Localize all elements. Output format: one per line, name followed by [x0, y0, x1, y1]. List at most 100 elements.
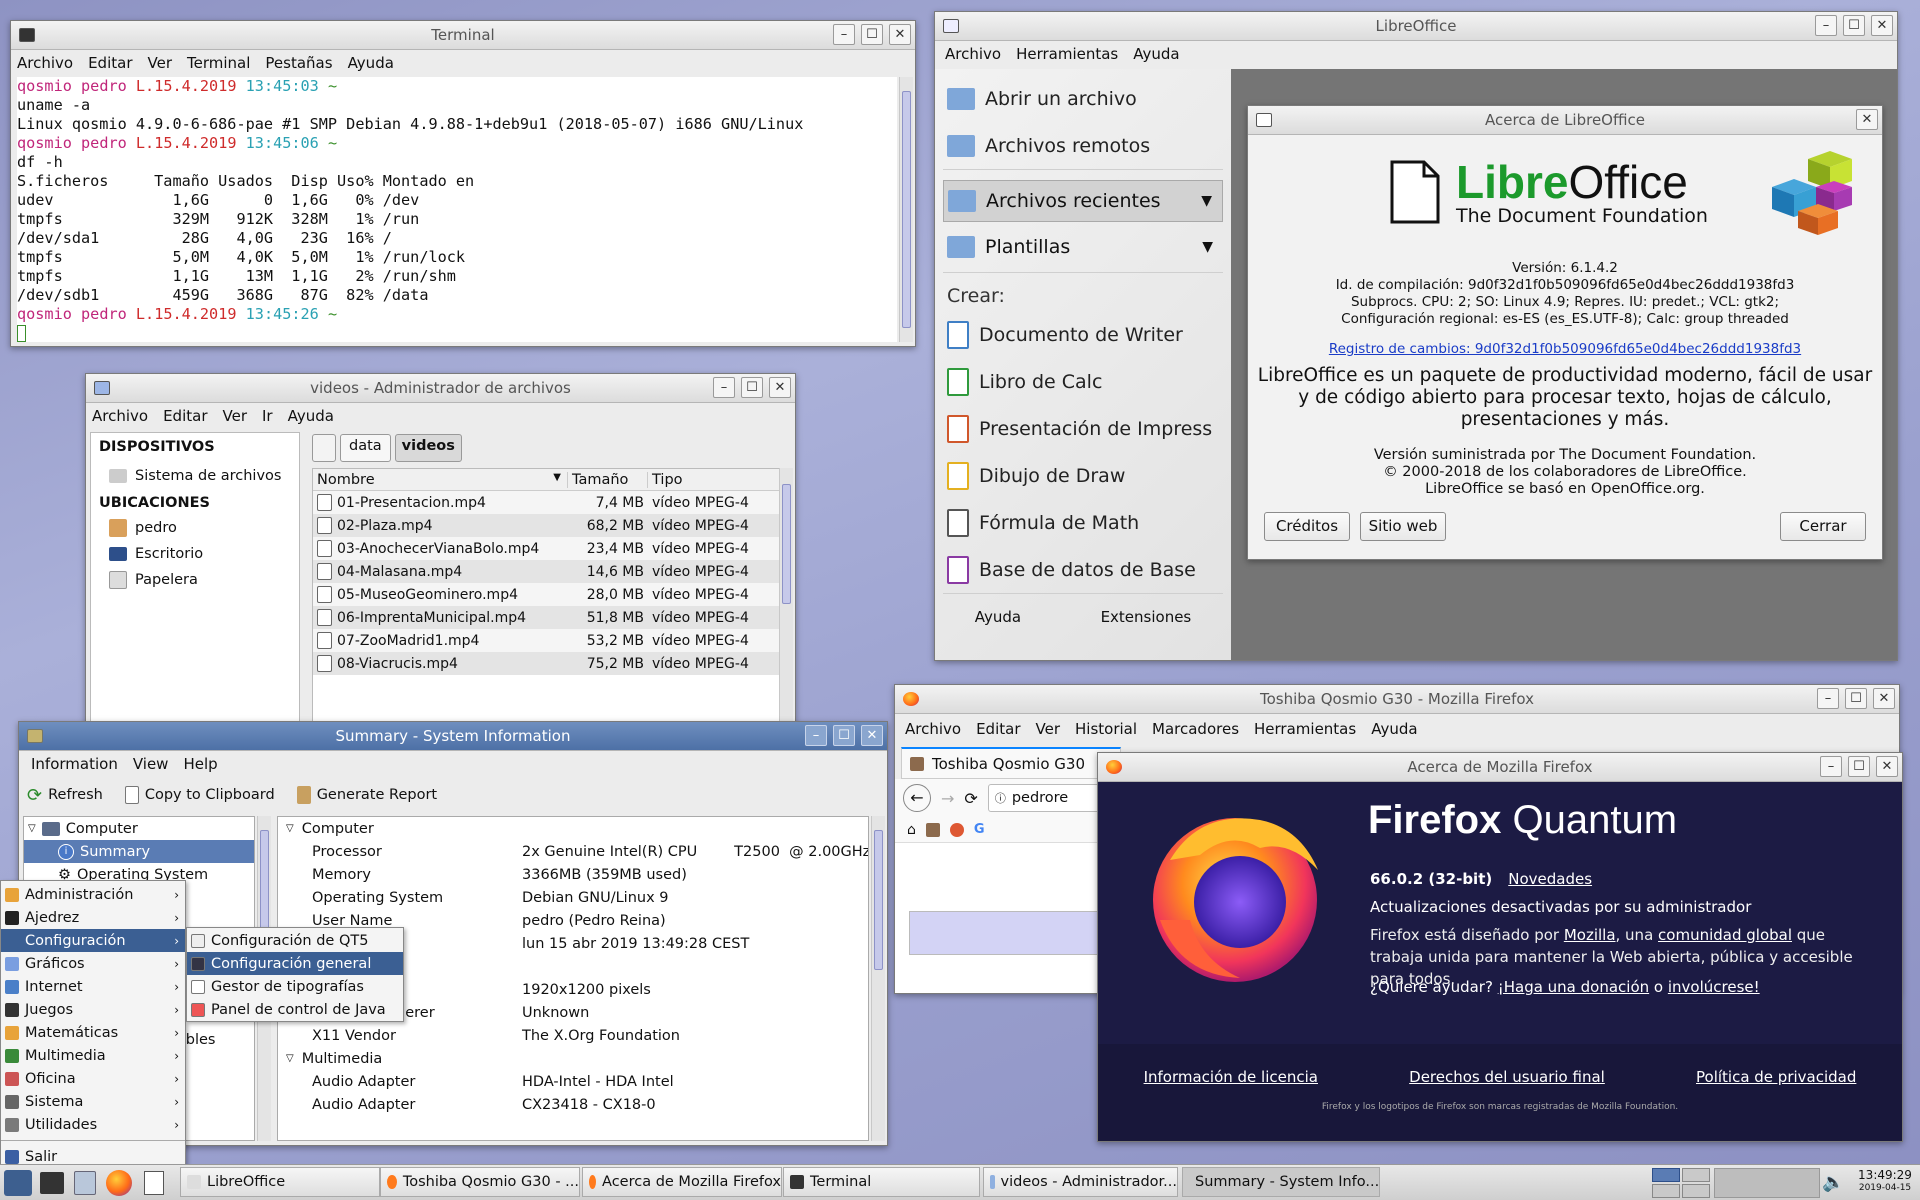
- taskbar-button[interactable]: Toshiba Qosmio G30 - ...: [380, 1167, 580, 1197]
- menu-item[interactable]: Matemáticas ›: [1, 1021, 185, 1044]
- menu-item[interactable]: Oficina ›: [1, 1067, 185, 1090]
- maximize-button[interactable]: ☐: [861, 24, 883, 45]
- clock[interactable]: 13:49:29 2019-04-15: [1854, 1169, 1916, 1195]
- menu-item[interactable]: Ayuda: [1371, 720, 1417, 738]
- menu-item[interactable]: Help: [183, 755, 217, 773]
- launcher-document-icon[interactable]: [144, 1171, 164, 1195]
- menu-item[interactable]: Herramientas: [1254, 720, 1356, 738]
- menu-item[interactable]: Archivo: [905, 720, 961, 738]
- file-row[interactable]: 04-Malasana.mp4 14,6 MB vídeo MPEG-4: [313, 560, 779, 583]
- bookmark-duckduckgo-icon[interactable]: [949, 822, 964, 837]
- bookmark-google-icon[interactable]: G: [974, 822, 985, 837]
- maximize-button[interactable]: ☐: [833, 725, 855, 746]
- donate-link[interactable]: ¡Haga una donación: [1498, 978, 1649, 996]
- mozilla-link[interactable]: Mozilla: [1564, 926, 1616, 944]
- path-button-data[interactable]: data: [340, 434, 391, 462]
- close-button[interactable]: ✕: [1871, 15, 1893, 36]
- menu-item[interactable]: Ver: [223, 407, 248, 425]
- launcher-start-icon[interactable]: [4, 1170, 32, 1196]
- menu-item[interactable]: Archivo: [92, 407, 148, 425]
- menu-item[interactable]: Information: [31, 755, 118, 773]
- minimize-button[interactable]: –: [833, 24, 855, 45]
- menu-item[interactable]: Ayuda: [288, 407, 334, 425]
- ff-about-titlebar[interactable]: Acerca de Mozilla Firefox – ☐ ✕: [1098, 753, 1902, 782]
- close-button[interactable]: ✕: [861, 725, 883, 746]
- terminal-output[interactable]: qosmio pedro L.15.4.2019 13:45:03 ~ uname…: [17, 77, 897, 342]
- menu-item[interactable]: Historial: [1075, 720, 1137, 738]
- path-button-videos[interactable]: videos: [394, 434, 462, 462]
- privacy-link[interactable]: Política de privacidad: [1696, 1068, 1856, 1086]
- maximize-button[interactable]: ☐: [741, 377, 763, 398]
- menu-item[interactable]: Configuración ›: [1, 929, 185, 952]
- menu-item[interactable]: Multimedia ›: [1, 1044, 185, 1067]
- create-draw-button[interactable]: Dibujo de Draw: [935, 452, 1231, 499]
- tree-item-computer[interactable]: ▽ Computer: [24, 817, 254, 840]
- sidebar-item-trash[interactable]: Papelera: [99, 567, 291, 593]
- bookmark-avatar-icon[interactable]: [925, 822, 940, 837]
- detail-row[interactable]: Audio Adapter CX23418 - CX18-0: [278, 1093, 868, 1116]
- file-row[interactable]: 08-Viacrucis.mp4 75,2 MB vídeo MPEG-4: [313, 652, 779, 675]
- menu-item[interactable]: Ayuda: [348, 54, 394, 72]
- file-row[interactable]: 02-Plaza.mp4 68,2 MB vídeo MPEG-4: [313, 514, 779, 537]
- fm-file-list[interactable]: Nombre ▼ Tamaño Tipo 01-Presentacion.mp4 7…: [312, 468, 780, 732]
- file-row[interactable]: 01-Presentacion.mp4 7,4 MB vídeo MPEG-4: [313, 491, 779, 514]
- minimize-button[interactable]: –: [805, 725, 827, 746]
- rights-link[interactable]: Derechos del usuario final: [1409, 1068, 1605, 1086]
- detail-section[interactable]: ▽ Multimedia: [278, 1047, 868, 1070]
- detail-row[interactable]: Operating System Debian GNU/Linux 9: [278, 886, 868, 909]
- menu-item[interactable]: Herramientas: [1016, 45, 1118, 63]
- close-button[interactable]: ✕: [769, 377, 791, 398]
- copy-clipboard-button[interactable]: Copy to Clipboard: [124, 786, 275, 804]
- close-button[interactable]: ✕: [1873, 688, 1895, 709]
- minimize-button[interactable]: –: [1820, 756, 1842, 777]
- close-button[interactable]: ✕: [1856, 109, 1878, 130]
- create-math-button[interactable]: Fórmula de Math: [935, 499, 1231, 546]
- start-menu[interactable]: Administración › Ajedrez › Configuración › Grá…: [0, 880, 186, 1167]
- si-titlebar[interactable]: Summary - System Information – ☐ ✕: [19, 722, 887, 751]
- lo-titlebar[interactable]: LibreOffice – ☐ ✕: [935, 12, 1897, 41]
- close-button[interactable]: ✕: [1876, 756, 1898, 777]
- workspace-pager[interactable]: [1652, 1168, 1710, 1198]
- credits-button[interactable]: Créditos: [1264, 512, 1350, 541]
- url-bar[interactable]: ⓘ pedrore: [987, 784, 1115, 812]
- config-submenu[interactable]: Configuración de QT5 Configuración genera…: [186, 927, 404, 1022]
- generate-report-button[interactable]: Generate Report: [296, 786, 437, 804]
- menu-item[interactable]: Archivo: [17, 54, 73, 72]
- menu-item[interactable]: Pestañas: [265, 54, 332, 72]
- detail-row[interactable]: Memory 3366MB (359MB used): [278, 863, 868, 886]
- maximize-button[interactable]: ☐: [1843, 15, 1865, 36]
- maximize-button[interactable]: ☐: [1848, 756, 1870, 777]
- taskbar-button[interactable]: Summary - System Info...: [1182, 1167, 1380, 1197]
- col-name[interactable]: Nombre ▼: [313, 471, 568, 488]
- terminal-titlebar[interactable]: Terminal – ☐ ✕: [11, 21, 915, 50]
- help-button[interactable]: Ayuda: [975, 608, 1021, 626]
- terminal-scrollbar[interactable]: [899, 77, 913, 342]
- menu-item[interactable]: Sistema ›: [1, 1090, 185, 1113]
- create-base-button[interactable]: Base de datos de Base: [935, 546, 1231, 593]
- get-involved-link[interactable]: involúcrese!: [1668, 978, 1760, 996]
- scroll-thumb[interactable]: [874, 830, 883, 970]
- fm-titlebar[interactable]: videos - Administrador de archivos – ☐ ✕: [86, 374, 795, 403]
- minimize-button[interactable]: –: [1817, 688, 1839, 709]
- home-icon[interactable]: ⌂: [907, 822, 916, 838]
- si-details-scrollbar[interactable]: [871, 816, 885, 1141]
- menu-item[interactable]: Editar: [88, 54, 132, 72]
- menu-item[interactable]: Ayuda: [1133, 45, 1179, 63]
- col-size[interactable]: Tamaño: [568, 471, 648, 488]
- launcher-files-icon[interactable]: [74, 1171, 96, 1195]
- close-dialog-button[interactable]: Cerrar: [1780, 512, 1866, 541]
- taskbar-button[interactable]: LibreOffice: [180, 1167, 380, 1197]
- scroll-thumb[interactable]: [260, 830, 269, 940]
- menu-item[interactable]: Marcadores: [1152, 720, 1239, 738]
- menu-item[interactable]: Archivo: [945, 45, 1001, 63]
- menu-item[interactable]: Editar: [976, 720, 1020, 738]
- scroll-thumb[interactable]: [902, 91, 911, 328]
- extensions-button[interactable]: Extensiones: [1101, 608, 1192, 626]
- lo-about-titlebar[interactable]: Acerca de LibreOffice ✕: [1248, 106, 1882, 135]
- create-impress-button[interactable]: Presentación de Impress: [935, 405, 1231, 452]
- detail-row[interactable]: Processor 2x Genuine Intel(R) CPU T2500 @…: [278, 840, 868, 863]
- file-row[interactable]: 07-ZooMadrid1.mp4 53,2 MB vídeo MPEG-4: [313, 629, 779, 652]
- sidebar-item-home[interactable]: pedro: [99, 515, 291, 541]
- back-button[interactable]: ←: [903, 784, 931, 812]
- detail-row[interactable]: X11 Vendor The X.Org Foundation: [278, 1024, 868, 1047]
